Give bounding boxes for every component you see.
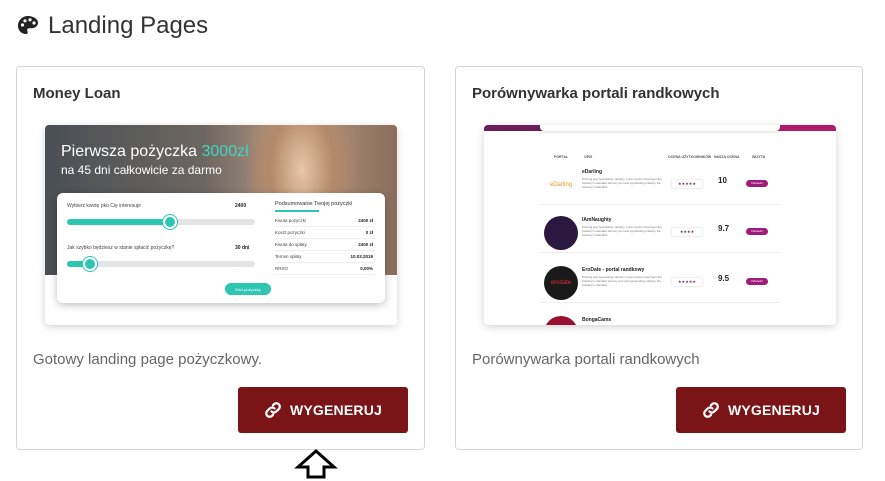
portal-name: eDarling	[582, 169, 603, 175]
preview-cta: Weź pożyczkę	[225, 283, 271, 295]
preview-headline-text: Pierwsza pożyczka	[61, 143, 202, 160]
visit-button: Odwiedź	[746, 180, 768, 187]
link-icon	[265, 402, 281, 418]
user-rating: ★★★★★	[672, 278, 702, 286]
column-header: OCENA UŻYTKOWNIKÓW	[668, 155, 712, 159]
summary-row-value: 2400 zł	[358, 218, 373, 223]
summary-row-label: Kwota pożyczki	[275, 218, 307, 223]
portal-name: BongaCams	[582, 317, 612, 323]
palette-icon	[18, 16, 38, 34]
table-row: erodate EroDate - portal randkowy Printi…	[540, 261, 780, 303]
slider-value: 2400	[235, 203, 247, 209]
summary-row-value: 0,00%	[360, 266, 373, 271]
summary-row: Kwota do spłaty 2400 zł	[275, 239, 375, 251]
page-title: Landing Pages	[48, 12, 209, 39]
user-rating: ★★★★	[672, 228, 702, 236]
slider-fill	[67, 219, 171, 225]
preview-image: PORTAL OPIS OCENA UŻYTKOWNIKÓW NASZA OCE…	[484, 125, 836, 325]
column-header: PORTAL	[554, 155, 569, 159]
visit-button: Odwiedź	[746, 278, 768, 285]
summary-title: Podsumowanie Twojej pożyczki	[275, 201, 353, 207]
link-icon	[703, 402, 719, 418]
preview-headline: Pierwsza pożyczka 3000zł	[61, 143, 249, 161]
summary-row: Kwota pożyczki 2400 zł	[275, 215, 375, 227]
preview-topbar	[484, 125, 544, 131]
portal-name: EroDate - portal randkowy	[582, 267, 645, 273]
term-slider	[67, 257, 255, 271]
preview-topbar	[776, 125, 836, 131]
visit-button: Odwiedź	[746, 228, 768, 235]
summary-row-label: Koszt pożyczki	[275, 230, 305, 235]
generate-button[interactable]: WYGENERUJ	[676, 387, 846, 433]
summary-row: Termin spłaty 10.03.2019	[275, 251, 375, 263]
column-header: NASZA OCENA	[714, 155, 740, 159]
column-header: WIZYTA	[752, 155, 766, 159]
up-arrow-icon	[294, 448, 338, 479]
generate-button-label: WYGENERUJ	[289, 402, 383, 418]
user-rating: ★★★★★	[672, 180, 702, 188]
summary-underline	[275, 210, 319, 212]
summary-row: RRSO 0,00%	[275, 263, 375, 275]
summary-row-label: RRSO	[275, 266, 289, 271]
slider-label: Jak szybko będziesz w stanie spłacić poż…	[67, 245, 175, 251]
our-score: 9.5	[718, 274, 730, 283]
table-row: IAmNaughty Printing and typesetting indu…	[540, 211, 780, 253]
portal-description: Printing and typesetting industry. Lorem…	[582, 225, 662, 237]
generate-button-label: WYGENERUJ	[727, 402, 821, 418]
summary-row-value: 0 zł	[365, 230, 373, 235]
table-row: BongaCams	[540, 311, 780, 325]
page-header: Landing Pages	[16, 12, 208, 40]
table-row: eDarling eDarling Printing and typesetti…	[540, 163, 780, 205]
column-header: OPIS	[584, 155, 593, 159]
preview-calculator: Wybierz kwotę pko Cię interesuje 2400 Ja…	[57, 193, 385, 303]
summary-row-value: 10.03.2019	[350, 254, 373, 259]
card-money-loan: Money Loan Pierwsza pożyczka 3000zł na 4…	[16, 66, 425, 450]
portal-logo	[544, 316, 578, 325]
card-dating-compare: Porównywarka portali randkowych PORTAL O…	[455, 66, 863, 450]
our-score: 10	[718, 176, 727, 185]
portal-description: Printing and typesetting industry. Lorem…	[582, 177, 662, 189]
generate-button[interactable]: WYGENERUJ	[238, 387, 408, 433]
summary-row-label: Kwota do spłaty	[275, 242, 307, 247]
preview-image: Pierwsza pożyczka 3000zł na 45 dni całko…	[45, 125, 397, 325]
slider-knob	[163, 215, 178, 229]
card-description: Porównywarka portali randkowych	[472, 351, 700, 368]
slider-label: Wybierz kwotę pko Cię interesuje	[67, 203, 141, 209]
portal-logo: eDarling	[544, 168, 578, 202]
slider-value: 30 dni	[235, 245, 250, 251]
portal-description: Printing and typesetting industry. Lorem…	[582, 275, 662, 287]
slider-knob	[82, 257, 97, 271]
summary-row-label: Termin spłaty	[275, 254, 302, 259]
preview-subheadline: na 45 dni całkowicie za darmo	[61, 163, 222, 177]
card-title: Porównywarka portali randkowych	[472, 85, 720, 102]
card-description: Gotowy landing page pożyczkowy.	[33, 351, 263, 368]
portal-logo	[544, 216, 578, 250]
summary-row-value: 2400 zł	[358, 242, 373, 247]
our-score: 9.7	[718, 224, 730, 233]
amount-slider	[67, 215, 255, 229]
summary-row: Koszt pożyczki 0 zł	[275, 227, 375, 239]
portal-name: IAmNaughty	[582, 217, 612, 223]
preview-stats-bar	[540, 125, 780, 131]
card-title: Money Loan	[33, 85, 121, 102]
portal-logo: erodate	[544, 266, 578, 300]
preview-headline-amount: 3000zł	[201, 143, 249, 160]
